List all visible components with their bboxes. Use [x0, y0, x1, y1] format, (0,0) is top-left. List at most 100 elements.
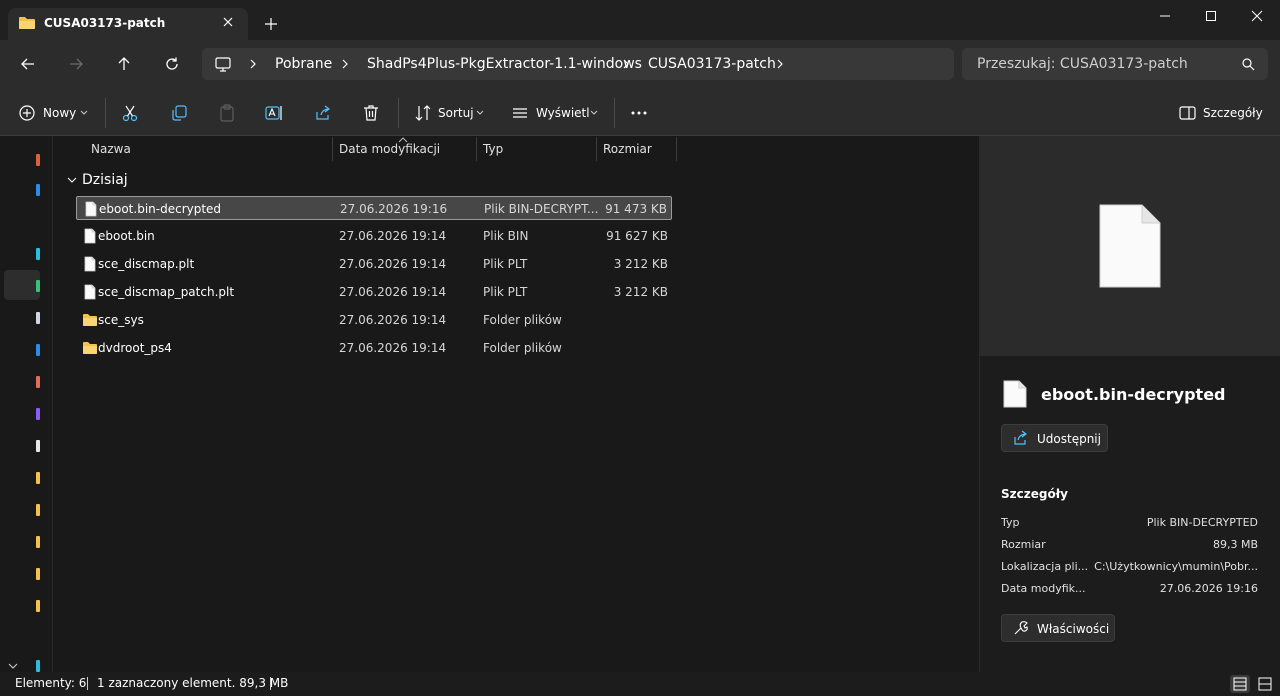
nav-item-icon[interactable]	[36, 440, 40, 452]
toolbar-separator	[398, 98, 399, 128]
chevron-down-icon[interactable]	[66, 175, 78, 185]
new-tab-icon[interactable]	[262, 15, 280, 33]
prop-key-location: Lokalizacja pli...	[1001, 560, 1089, 573]
chevron-down-icon[interactable]	[80, 110, 88, 116]
prop-value-location: C:\Użytkownicy\mumin\Pobr...	[1094, 560, 1258, 573]
folder-icon[interactable]	[36, 472, 40, 484]
column-divider[interactable]	[476, 137, 477, 161]
share-button-label[interactable]: Udostępnij	[1037, 432, 1101, 446]
copy-icon[interactable]	[169, 103, 189, 123]
column-header-size[interactable]: Rozmiar	[603, 142, 652, 156]
file-name: dvdroot_ps4	[98, 341, 172, 355]
breadcrumb-pobrane[interactable]: Pobrane	[275, 56, 332, 72]
column-header-name[interactable]: Nazwa	[91, 142, 131, 156]
file-row[interactable]: sce_discmap.plt 27.06.2026 19:14 Plik PLT 3…	[76, 252, 672, 276]
folder-icon	[82, 312, 98, 328]
column-divider[interactable]	[332, 137, 333, 161]
file-date: 27.06.2026 19:16	[340, 202, 448, 216]
prop-value-type: Plik BIN-DECRYPTED	[1146, 516, 1258, 529]
paste-icon[interactable]	[217, 103, 237, 123]
toolbar-separator	[105, 98, 106, 128]
nav-item-icon[interactable]	[36, 154, 40, 166]
folder-icon[interactable]	[36, 536, 40, 548]
file-name: sce_discmap.plt	[98, 257, 195, 271]
column-header-type[interactable]: Typ	[483, 142, 503, 156]
file-date: 27.06.2026 19:14	[339, 257, 447, 271]
properties-button-label[interactable]: Właściwości	[1037, 622, 1109, 636]
breadcrumb-current[interactable]: CUSA03173-patch	[648, 56, 776, 72]
file-type: Plik PLT	[483, 257, 528, 271]
tiles-view-toggle[interactable]	[1255, 675, 1275, 693]
group-header-today[interactable]: Dzisiaj	[82, 172, 128, 188]
close-window-button[interactable]	[1234, 0, 1280, 32]
share-icon[interactable]	[1013, 430, 1029, 446]
navigation-pane	[0, 136, 40, 672]
prop-value-modified: 27.06.2026 19:16	[1159, 582, 1258, 595]
status-item-count: Elementy: 6	[15, 676, 87, 690]
nav-item-icon[interactable]	[36, 660, 40, 672]
close-tab-icon[interactable]	[220, 14, 236, 30]
nav-item-icon[interactable]	[36, 344, 40, 356]
nav-item-icon[interactable]	[36, 312, 40, 324]
refresh-button[interactable]	[159, 52, 185, 76]
prop-key-size: Rozmiar	[1001, 538, 1046, 551]
more-options-icon[interactable]	[629, 103, 649, 123]
chevron-down-icon[interactable]	[590, 110, 598, 116]
column-header-date[interactable]: Data modyfikacji	[339, 142, 440, 156]
nav-item-selected[interactable]	[4, 270, 40, 300]
search-icon[interactable]	[1241, 57, 1255, 71]
computer-icon[interactable]	[214, 55, 232, 73]
chevron-down-icon[interactable]	[8, 662, 18, 670]
up-button[interactable]	[111, 52, 137, 76]
file-date: 27.06.2026 19:14	[339, 341, 447, 355]
chevron-down-icon[interactable]	[476, 110, 484, 116]
pane-divider[interactable]	[52, 136, 53, 672]
details-view-toggle[interactable]	[1230, 675, 1250, 693]
view-icon[interactable]	[510, 103, 530, 123]
file-date: 27.06.2026 19:14	[339, 285, 447, 299]
nav-item-icon[interactable]	[36, 408, 40, 420]
file-type: Folder plików	[483, 341, 562, 355]
nav-item-icon[interactable]	[36, 280, 40, 292]
file-row[interactable]: eboot.bin 27.06.2026 19:14 Plik BIN 91 627 …	[76, 224, 672, 248]
minimize-button[interactable]	[1142, 0, 1188, 32]
new-button[interactable]: Nowy	[43, 106, 76, 120]
nav-item-icon[interactable]	[36, 376, 40, 388]
sort-button[interactable]: Sortuj	[438, 106, 474, 120]
nav-item-icon[interactable]	[36, 248, 40, 260]
file-row[interactable]: dvdroot_ps4 27.06.2026 19:14 Folder plików	[76, 336, 672, 360]
file-name: sce_sys	[98, 313, 144, 327]
details-file-name: eboot.bin-decrypted	[1041, 385, 1226, 404]
breadcrumb-extractor[interactable]: ShadPs4Plus-PkgExtractor-1.1-windows	[367, 56, 642, 72]
file-size: 3 212 KB	[613, 285, 668, 299]
details-pane-icon[interactable]	[1178, 103, 1198, 123]
delete-icon[interactable]	[361, 103, 381, 123]
rename-icon[interactable]	[264, 103, 284, 123]
nav-item-icon[interactable]	[36, 184, 40, 196]
search-input[interactable]: Przeszukaj: CUSA03173-patch	[977, 56, 1188, 72]
share-icon[interactable]	[313, 103, 333, 123]
maximize-button[interactable]	[1188, 0, 1234, 32]
sort-icon[interactable]	[413, 103, 433, 123]
cut-icon[interactable]	[120, 103, 140, 123]
chevron-right-icon[interactable]	[620, 58, 632, 70]
chevron-right-icon[interactable]	[774, 58, 786, 70]
details-button[interactable]: Szczegóły	[1203, 106, 1263, 120]
details-section-title: Szczegóły	[1001, 487, 1068, 501]
back-button[interactable]	[15, 52, 41, 76]
column-divider[interactable]	[676, 137, 677, 161]
wrench-icon[interactable]	[1013, 620, 1029, 636]
file-row[interactable]: sce_discmap_patch.plt 27.06.2026 19:14 Pli…	[76, 280, 672, 304]
file-row[interactable]: eboot.bin-decrypted 27.06.2026 19:16 Plik …	[76, 196, 672, 220]
column-divider[interactable]	[596, 137, 597, 161]
file-size: 3 212 KB	[613, 257, 668, 271]
chevron-right-icon[interactable]	[339, 58, 351, 70]
file-row[interactable]: sce_sys 27.06.2026 19:14 Folder plików	[76, 308, 672, 332]
folder-icon[interactable]	[36, 568, 40, 580]
forward-button[interactable]	[63, 52, 89, 76]
folder-icon[interactable]	[36, 600, 40, 612]
plus-circle-icon[interactable]	[17, 103, 37, 123]
view-button[interactable]: Wyświetl	[536, 106, 590, 120]
chevron-right-icon[interactable]	[247, 58, 259, 70]
folder-icon[interactable]	[36, 504, 40, 516]
